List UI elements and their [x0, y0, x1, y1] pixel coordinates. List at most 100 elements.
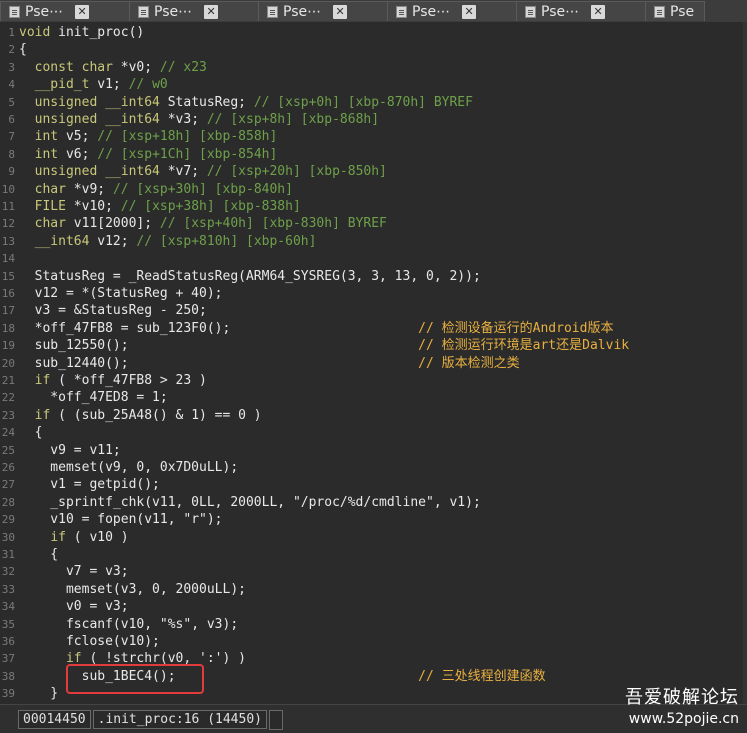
code-text[interactable]: } [19, 685, 58, 702]
code-text[interactable]: if ( v10 ) [19, 529, 128, 546]
code-line[interactable]: 16 v12 = *(StatusReg + 40); [0, 285, 747, 302]
code-text[interactable]: const char *v0; // x23 [19, 59, 207, 76]
code-text[interactable]: FILE *v10; // [xsp+38h] [xbp-838h] [19, 198, 301, 215]
code-line[interactable]: 25 v9 = v11; [0, 442, 747, 459]
code-token: { [19, 547, 59, 562]
code-line[interactable]: 17 v3 = &StatusReg - 250; [0, 302, 747, 319]
code-token: sub_12550(); [19, 338, 419, 354]
code-line[interactable]: 15 StatusReg = _ReadStatusReg(ARM64_SYSR… [0, 268, 747, 285]
line-number: 7 [8, 130, 15, 144]
code-text[interactable]: sub_12550(); // 检测运行环境是art还是Dalvik [19, 337, 629, 354]
code-text[interactable]: void init_proc() [19, 24, 144, 41]
code-text[interactable]: int v5; // [xsp+18h] [xbp-858h] [19, 128, 278, 145]
code-line[interactable]: 3 const char *v0; // x23 [0, 59, 747, 76]
code-line[interactable]: 34 v0 = v3; [0, 598, 747, 615]
tab-pseudocode-1[interactable]: Pse⋯ ✕ [0, 1, 133, 21]
tab-pseudocode-6[interactable]: Pse [645, 1, 705, 21]
code-text[interactable]: if ( *off_47FB8 > 23 ) [19, 372, 207, 389]
code-text[interactable]: { [19, 424, 43, 441]
code-text[interactable]: __int64 v12; // [xsp+810h] [xbp-60h] [19, 233, 317, 250]
code-text[interactable]: unsigned __int64 *v3; // [xsp+8h] [xbp-8… [19, 111, 379, 128]
code-text[interactable]: unsigned __int64 *v7; // [xsp+20h] [xbp-… [19, 163, 387, 180]
line-number: 36 [1, 635, 15, 648]
code-text[interactable]: v10 = fopen(v11, "r"); [19, 511, 222, 528]
code-line[interactable]: 31 { [0, 546, 747, 563]
code-line[interactable]: 21 if ( *off_47FB8 > 23 ) [0, 372, 747, 389]
code-text[interactable]: { [19, 546, 58, 563]
scrollbar[interactable] [743, 22, 747, 704]
code-text[interactable]: v12 = *(StatusReg + 40); [19, 285, 223, 302]
code-text[interactable]: fscanf(v10, "%s", v3); [19, 616, 238, 633]
pseudocode-editor[interactable]: 1 void init_proc() 2{3 const char *v0; // … [0, 22, 747, 704]
code-token: "r" [183, 512, 207, 528]
code-text[interactable]: char v11[2000]; // [xsp+40h] [xbp-830h] … [19, 215, 387, 232]
code-line[interactable]: 13 __int64 v12; // [xsp+810h] [xbp-60h] [0, 233, 747, 250]
code-line[interactable]: 27 v1 = getpid(); [0, 476, 747, 493]
code-line[interactable]: 28 _sprintf_chk(v11, 0LL, 2000LL, "/proc… [0, 494, 747, 511]
code-text[interactable]: int v6; // [xsp+1Ch] [xbp-854h] [19, 146, 278, 163]
close-icon[interactable]: ✕ [333, 4, 348, 19]
code-line[interactable]: 30 if ( v10 ) [0, 529, 747, 546]
code-text[interactable]: *off_47ED8 = 1; [19, 389, 167, 406]
code-text[interactable]: if ( (sub_25A48() & 1) == 0 ) [19, 407, 262, 424]
tab-label: Pse⋯ [283, 3, 322, 20]
code-line[interactable]: 19 sub_12550(); // 检测运行环境是art还是Dalvik [0, 337, 747, 354]
code-text[interactable]: memset(v3, 0, 2000uLL); [19, 581, 246, 598]
code-text[interactable]: v9 = v11; [19, 442, 120, 459]
code-text[interactable]: { [19, 41, 27, 58]
close-icon[interactable]: ✕ [462, 4, 477, 19]
code-line[interactable]: 24 { [0, 424, 747, 441]
code-line[interactable]: 1 void init_proc() [0, 24, 747, 41]
code-comment: // 检测运行环境是art还是Dalvik [418, 338, 630, 354]
code-token: *off_47FB8 = sub_123F0(); [19, 320, 419, 336]
code-text[interactable]: v0 = v3; [19, 598, 129, 615]
code-text[interactable]: _sprintf_chk(v11, 0LL, 2000LL, "/proc/%d… [19, 494, 481, 511]
code-line[interactable]: 12 char v11[2000]; // [xsp+40h] [xbp-830… [0, 215, 747, 232]
code-line[interactable]: 26 memset(v9, 0, 0x7D0uLL); [0, 459, 747, 476]
code-text[interactable]: __pid_t v1; // w0 [19, 76, 168, 93]
code-line[interactable]: 5 unsigned __int64 StatusReg; // [xsp+0h… [0, 94, 747, 111]
code-line[interactable]: 9 unsigned __int64 *v7; // [xsp+20h] [xb… [0, 163, 747, 180]
tab-pseudocode-4[interactable]: Pse⋯ ✕ [387, 1, 520, 21]
code-text[interactable]: StatusReg = _ReadStatusReg(ARM64_SYSREG(… [19, 268, 481, 285]
tab-pseudocode-3[interactable]: Pse⋯ ✕ [258, 1, 391, 21]
code-line[interactable]: 23 if ( (sub_25A48() & 1) == 0 ) [0, 407, 747, 424]
close-icon[interactable]: ✕ [75, 4, 90, 19]
code-line[interactable]: 22 *off_47ED8 = 1; [0, 389, 747, 406]
code-text[interactable]: v3 = &StatusReg - 250; [19, 302, 207, 319]
code-text[interactable]: unsigned __int64 StatusReg; // [xsp+0h] … [19, 94, 473, 111]
code-line[interactable]: 10 char *v9; // [xsp+30h] [xbp-840h] [0, 181, 747, 198]
code-text[interactable]: memset(v9, 0, 0x7D0uLL); [19, 459, 238, 476]
code-line[interactable]: 7 int v5; // [xsp+18h] [xbp-858h] [0, 128, 747, 145]
code-comment: // 版本检测之类 [418, 355, 520, 371]
code-line[interactable]: 14 [0, 250, 747, 267]
code-text[interactable]: v1 = getpid(); [19, 476, 160, 493]
code-comment: // w0 [128, 77, 168, 93]
code-line[interactable]: 8 int v6; // [xsp+1Ch] [xbp-854h] [0, 146, 747, 163]
code-text[interactable]: sub_12440(); // 版本检测之类 [19, 355, 520, 372]
code-line[interactable]: 33 memset(v3, 0, 2000uLL); [0, 581, 747, 598]
code-line[interactable]: 35 fscanf(v10, "%s", v3); [0, 616, 747, 633]
code-line[interactable]: 11 FILE *v10; // [xsp+38h] [xbp-838h] [0, 198, 747, 215]
code-line[interactable]: 4 __pid_t v1; // w0 [0, 76, 747, 93]
close-icon[interactable]: ✕ [204, 4, 219, 19]
code-text[interactable]: *off_47FB8 = sub_123F0(); // 检测设备运行的Andr… [19, 320, 614, 337]
close-icon[interactable]: ✕ [591, 4, 606, 19]
code-line[interactable]: 6 unsigned __int64 *v3; // [xsp+8h] [xbp… [0, 111, 747, 128]
code-line[interactable]: 36 fclose(v10); [0, 633, 747, 650]
code-line[interactable]: 2{ [0, 41, 747, 58]
code-line[interactable]: 20 sub_12440(); // 版本检测之类 [0, 355, 747, 372]
code-text[interactable]: v7 = v3; [19, 563, 129, 580]
code-line[interactable]: 29 v10 = fopen(v11, "r"); [0, 511, 747, 528]
line-number: 3 [8, 60, 15, 74]
tab-pseudocode-2[interactable]: Pse⋯ ✕ [129, 1, 262, 21]
code-text[interactable]: char *v9; // [xsp+30h] [xbp-840h] [19, 181, 293, 198]
code-line[interactable]: 32 v7 = v3; [0, 563, 747, 580]
code-line[interactable]: 18 *off_47FB8 = sub_123F0(); // 检测设备运行的A… [0, 320, 747, 337]
code-text[interactable]: fclose(v10); [19, 633, 160, 650]
tab-pseudocode-5[interactable]: Pse⋯ ✕ [516, 1, 649, 21]
